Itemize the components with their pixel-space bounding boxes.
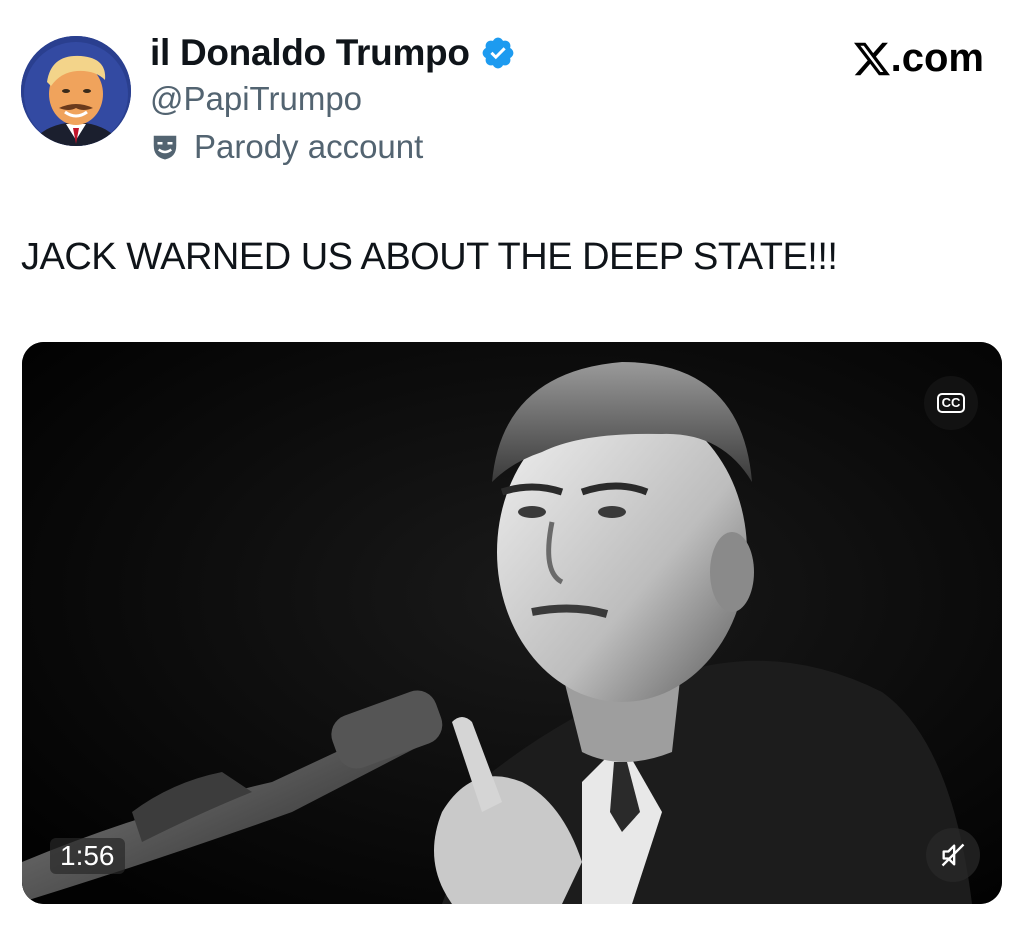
parody-mask-icon [153, 135, 177, 160]
closed-captions-button[interactable]: CC [924, 376, 978, 430]
video-player[interactable]: CC 1:56 [22, 342, 1002, 904]
video-thumbnail [22, 342, 1002, 904]
author-name-row[interactable]: il Donaldo Trumpo [150, 32, 516, 74]
tweet-text: JACK WARNED US ABOUT THE DEEP STATE!!! [21, 236, 838, 278]
parody-label-text: Parody account [194, 128, 424, 165]
x-logo-icon [853, 42, 890, 75]
closed-captions-icon: CC [936, 393, 966, 413]
tweet-screenshot: il Donaldo Trumpo @PapiTrumpo Parody acc… [0, 0, 1024, 925]
site-brand: .com [853, 36, 984, 81]
muted-speaker-icon [941, 843, 965, 867]
avatar-photo [21, 36, 131, 146]
avatar[interactable] [21, 36, 131, 146]
site-brand-text: .com [890, 36, 984, 80]
author-handle[interactable]: @PapiTrumpo [150, 80, 362, 118]
author-display-name[interactable]: il Donaldo Trumpo [150, 32, 470, 74]
mute-button[interactable] [926, 828, 980, 882]
verified-badge-icon [482, 37, 514, 69]
video-duration: 1:56 [50, 838, 125, 874]
parody-label: Parody account [150, 128, 423, 166]
